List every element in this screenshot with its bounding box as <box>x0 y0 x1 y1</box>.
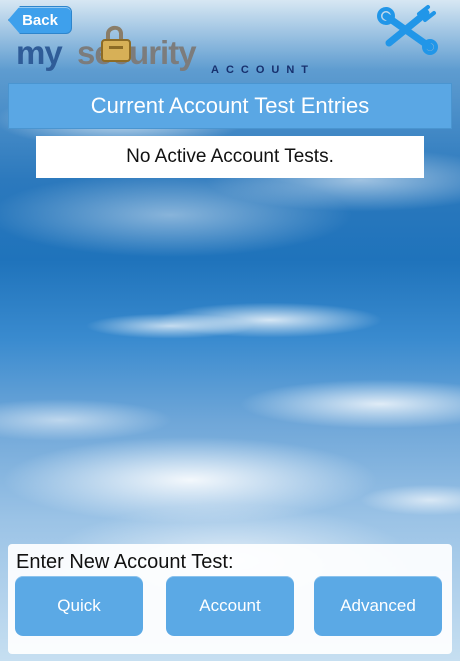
advanced-test-button[interactable]: Advanced <box>314 576 442 636</box>
logo-account-text: ACCOUNT <box>211 64 315 76</box>
account-test-button[interactable]: Account <box>166 576 294 636</box>
quick-test-button[interactable]: Quick <box>15 576 143 636</box>
no-tests-message: No Active Account Tests. <box>36 136 424 178</box>
mysecurity-logo: my security ACCOUNT <box>16 24 356 82</box>
tools-icon[interactable] <box>376 3 440 55</box>
new-test-label: Enter New Account Test: <box>16 551 234 573</box>
logo-my-text: my <box>16 34 63 71</box>
lock-icon <box>101 25 131 62</box>
entries-title: Current Account Test Entries <box>8 83 452 129</box>
